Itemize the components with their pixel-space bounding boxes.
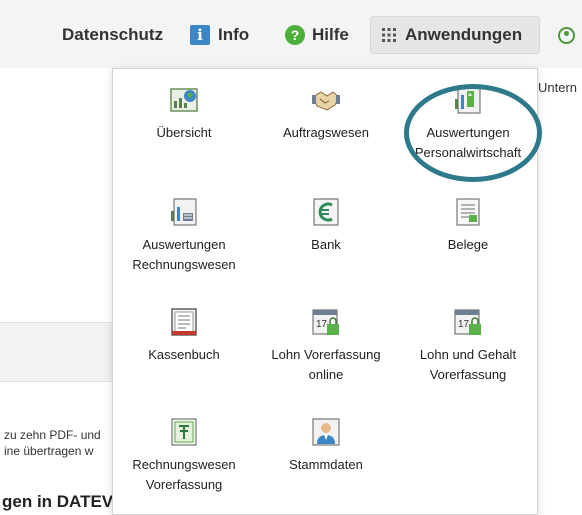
background-right-text: Untern <box>538 80 578 95</box>
label-line1: Rechnungswesen <box>132 457 236 472</box>
app-tile-bank-label: Bank <box>311 237 341 252</box>
app-tile-kassenbuch[interactable]: Kassenbuch <box>113 307 255 365</box>
app-tile-belege[interactable]: Belege <box>397 197 539 255</box>
app-tile-bank[interactable]: Bank <box>255 197 397 255</box>
calendar-number: 17 <box>316 319 328 330</box>
overview-icon <box>169 85 199 115</box>
nav-datenschutz-label: Datenschutz <box>62 25 164 44</box>
chart-report-icon <box>169 197 199 227</box>
app-tile-auswertungen-rechnungswesen[interactable]: Auswertungen Rechnungswesen <box>113 197 255 275</box>
label-line1: Auswertungen <box>142 237 226 252</box>
person-icon <box>311 417 341 447</box>
nav-hilfe[interactable]: ? Hilfe <box>285 16 349 54</box>
app-tile-uebersicht[interactable]: Übersicht <box>113 85 255 143</box>
app-tile-auftragswesen[interactable]: Auftragswesen <box>255 85 397 143</box>
label-line1: Lohn Vorerfassung <box>271 347 381 362</box>
background-text-line1: zu zehn PDF- und <box>4 428 101 442</box>
user-icon <box>558 26 575 44</box>
app-tile-lohn-vorerfassung-online[interactable]: 17 Lohn Vorerfassung online <box>255 307 397 385</box>
app-tile-stammdaten[interactable]: Stammdaten <box>255 417 397 475</box>
app-tile-rechnungswesen-vorerfassung[interactable]: Rechnungswesen Vorerfassung <box>113 417 255 495</box>
app-tile-kassenbuch-label: Kassenbuch <box>148 347 220 362</box>
label-line1: Lohn und Gehalt <box>419 347 517 362</box>
background-heading: gen in DATEV <box>2 492 114 511</box>
ledger-icon <box>169 417 199 447</box>
app-tile-lohn-und-gehalt-vorerfassung-label: Lohn und Gehalt Vorerfassung <box>397 345 539 385</box>
calendar-number: 17 <box>458 319 470 330</box>
label-line2: Rechnungswesen <box>132 257 236 272</box>
highlight-circle <box>404 84 542 182</box>
app-tile-auftragswesen-label: Auftragswesen <box>283 125 369 140</box>
nav-datenschutz[interactable]: Datenschutz <box>62 16 163 54</box>
label-line2: Vorerfassung <box>145 477 223 492</box>
nav-hilfe-label: Hilfe <box>312 25 349 44</box>
app-tile-uebersicht-label: Übersicht <box>156 125 212 140</box>
app-tile-belege-label: Belege <box>447 237 489 252</box>
cashbook-icon <box>169 307 199 337</box>
nav-anwendungen-label: Anwendungen <box>405 25 523 44</box>
app-tile-lohn-und-gehalt-vorerfassung[interactable]: 17 Lohn und Gehalt Vorerfassung <box>397 307 539 385</box>
nav-anwendungen-button[interactable]: Anwendungen <box>370 16 540 54</box>
euro-icon <box>311 197 341 227</box>
app-tile-rechnungswesen-vorerfassung-label: Rechnungswesen Vorerfassung <box>113 455 255 495</box>
handshake-icon <box>311 85 341 115</box>
app-tile-lohn-vorerfassung-online-label: Lohn Vorerfassung online <box>255 345 397 385</box>
background-band <box>0 322 112 382</box>
label-line2: online <box>308 367 344 382</box>
nav-info[interactable]: i Info <box>190 16 249 54</box>
top-header: Datenschutz i Info ? Hilfe Anwendungen <box>0 0 582 68</box>
receipt-icon <box>453 197 483 227</box>
app-tile-auswertungen-rechnungswesen-label: Auswertungen Rechnungswesen <box>113 235 255 275</box>
nav-info-label: Info <box>218 25 250 44</box>
calendar-lock-icon: 17 <box>453 307 483 337</box>
label-line2: Vorerfassung <box>429 367 507 382</box>
info-icon: i <box>190 25 210 45</box>
grid-icon <box>382 28 396 42</box>
nav-user[interactable] <box>558 16 575 54</box>
app-tile-stammdaten-label: Stammdaten <box>289 457 363 472</box>
calendar-lock-icon: 17 <box>311 307 341 337</box>
background-text-line2: ine übertragen w <box>4 444 94 458</box>
help-icon: ? <box>285 25 305 45</box>
